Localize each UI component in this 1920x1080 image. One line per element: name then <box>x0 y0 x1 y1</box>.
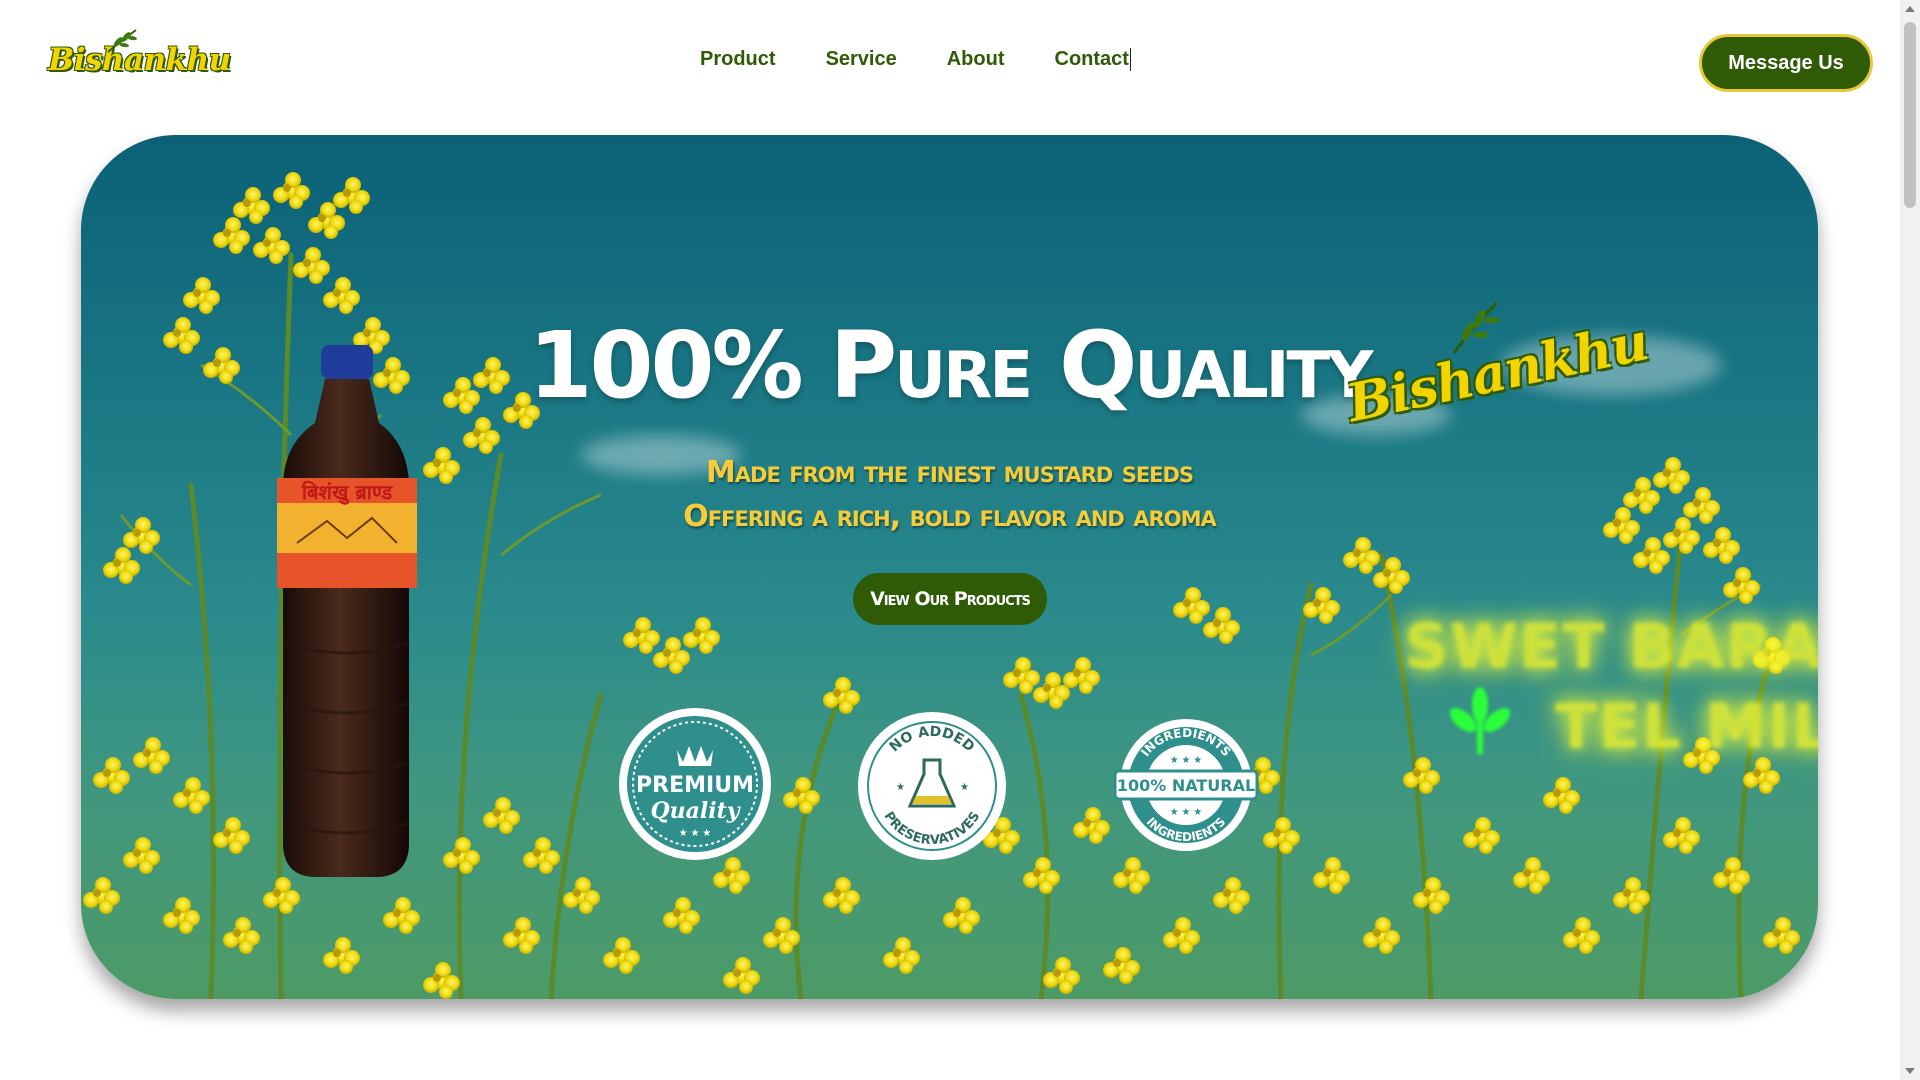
no-preservatives-badge: NO ADDED PRESERVATIVES ★ ★ <box>858 712 1006 860</box>
premium-quality-badge: PREMIUM Quality ★ ★ ★ <box>619 708 771 860</box>
nav-service[interactable]: Service <box>826 48 897 71</box>
scroll-down-arrow-icon[interactable] <box>1905 1068 1915 1074</box>
view-products-button[interactable]: View Our Products <box>853 573 1047 625</box>
svg-text:★: ★ <box>896 782 905 793</box>
brand-logo[interactable]: Bishankhu <box>48 28 231 86</box>
neon-leaf-icon <box>1449 687 1511 754</box>
page-scrollbar[interactable] <box>1900 0 1920 1080</box>
leaf-icon <box>107 29 137 53</box>
neon-sign-line1: SWET BARAHAI <box>1404 610 1818 683</box>
svg-text:★ ★ ★: ★ ★ ★ <box>1170 755 1202 766</box>
premium-badge-top-text: PREMIUM <box>636 773 754 798</box>
nav-product[interactable]: Product <box>700 48 776 71</box>
hero-banner: बिशंखु ब्राण्ड 100% Pure Quality Made fr… <box>81 135 1818 999</box>
scroll-thumb[interactable] <box>1904 22 1916 208</box>
nav-contact[interactable]: Contact <box>1055 48 1131 71</box>
mustard-oil-bottle-image: बिशंखु ब्राण्ड <box>277 345 417 877</box>
natural-ingredients-badge: INGREDIENTS INGREDIENTS 100% NATURAL ★ ★… <box>1113 719 1259 851</box>
nav-about[interactable]: About <box>947 48 1005 71</box>
neon-sign-line2: TEL MIL <box>1555 690 1818 763</box>
hero-subtitle-line1: Made from the finest mustard seeds <box>705 455 1194 490</box>
scroll-up-arrow-icon[interactable] <box>1905 6 1915 12</box>
svg-text:★ ★ ★: ★ ★ ★ <box>1170 807 1202 818</box>
premium-badge-bottom-text: Quality <box>650 798 741 824</box>
hero-subtitle-line2: Offering a rich, bold flavor and aroma <box>683 499 1216 534</box>
svg-text:★ ★ ★: ★ ★ ★ <box>679 828 711 839</box>
main-nav: Product Service About Contact <box>700 48 1131 71</box>
natural-badge-center-text: 100% NATURAL <box>1117 776 1255 795</box>
message-us-button[interactable]: Message Us <box>1699 34 1873 92</box>
svg-text:★: ★ <box>960 782 969 793</box>
